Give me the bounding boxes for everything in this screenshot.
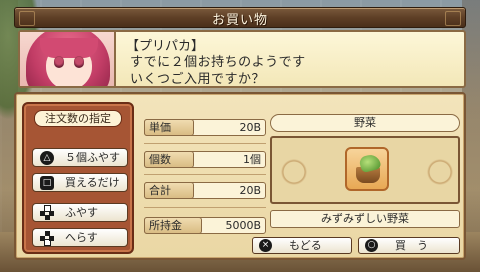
- order-quantity-panel: 注文数の指定 △ ５個ふやす □ 買えるだけ ふやす へらす: [22, 102, 134, 254]
- dialogue-box: 【プリパカ】 すでに２個お持ちのようです いくつご入用ですか？: [18, 30, 466, 88]
- add-five-label: ５個ふやす: [65, 151, 120, 164]
- dpad-up-icon: [40, 205, 54, 220]
- title-bar: お買い物: [14, 7, 466, 28]
- square-button-icon: □: [40, 176, 54, 190]
- quantity-row: 個数 1個: [144, 151, 266, 168]
- buy-max-button[interactable]: □ 買えるだけ: [32, 173, 128, 192]
- quantity-value: 1個: [243, 153, 261, 166]
- total-row: 合計 20B: [144, 182, 266, 199]
- circle-button-icon: ○: [365, 239, 378, 252]
- buy-button[interactable]: ○ 買 う: [358, 237, 460, 254]
- divider: [144, 174, 266, 175]
- buy-max-label: 買えるだけ: [65, 176, 120, 189]
- vegetable-basket-icon: [345, 147, 389, 191]
- money-value: 5000B: [225, 219, 261, 232]
- shop-panel: 注文数の指定 △ ５個ふやす □ 買えるだけ ふやす へらす 単価 20B 個数…: [14, 92, 466, 260]
- decrease-label: へらす: [65, 231, 98, 244]
- item-name: みずみずしい野菜: [270, 210, 460, 228]
- window-title: お買い物: [211, 13, 268, 28]
- unit-price-label: 単価: [149, 121, 171, 134]
- dpad-down-icon: [40, 231, 54, 246]
- quantity-label: 個数: [149, 153, 171, 166]
- decrease-button[interactable]: へらす: [32, 228, 128, 247]
- back-label: もどる: [289, 239, 322, 252]
- divider: [144, 143, 266, 144]
- divider: [144, 207, 266, 208]
- item-category: 野菜: [270, 114, 460, 132]
- cross-button-icon: ×: [259, 239, 272, 252]
- order-panel-title: 注文数の指定: [34, 110, 122, 127]
- money-label: 所持金: [149, 219, 182, 232]
- shopkeeper-portrait: [20, 32, 116, 86]
- buy-label: 買 う: [395, 239, 428, 252]
- item-card: 野菜 みずみずしい野菜: [270, 114, 460, 232]
- back-button[interactable]: × もどる: [252, 237, 352, 254]
- triangle-button-icon: △: [40, 151, 54, 165]
- money-row: 所持金 5000B: [144, 217, 266, 234]
- total-label: 合計: [149, 184, 171, 197]
- dialogue-line-2: いくつご入用ですか？: [130, 72, 266, 87]
- unit-price-row: 単価 20B: [144, 119, 266, 136]
- unit-price-value: 20B: [239, 121, 261, 134]
- increase-label: ふやす: [65, 206, 98, 219]
- item-frame: [270, 136, 460, 204]
- total-value: 20B: [239, 184, 261, 197]
- increase-button[interactable]: ふやす: [32, 203, 128, 222]
- add-five-button[interactable]: △ ５個ふやす: [32, 148, 128, 167]
